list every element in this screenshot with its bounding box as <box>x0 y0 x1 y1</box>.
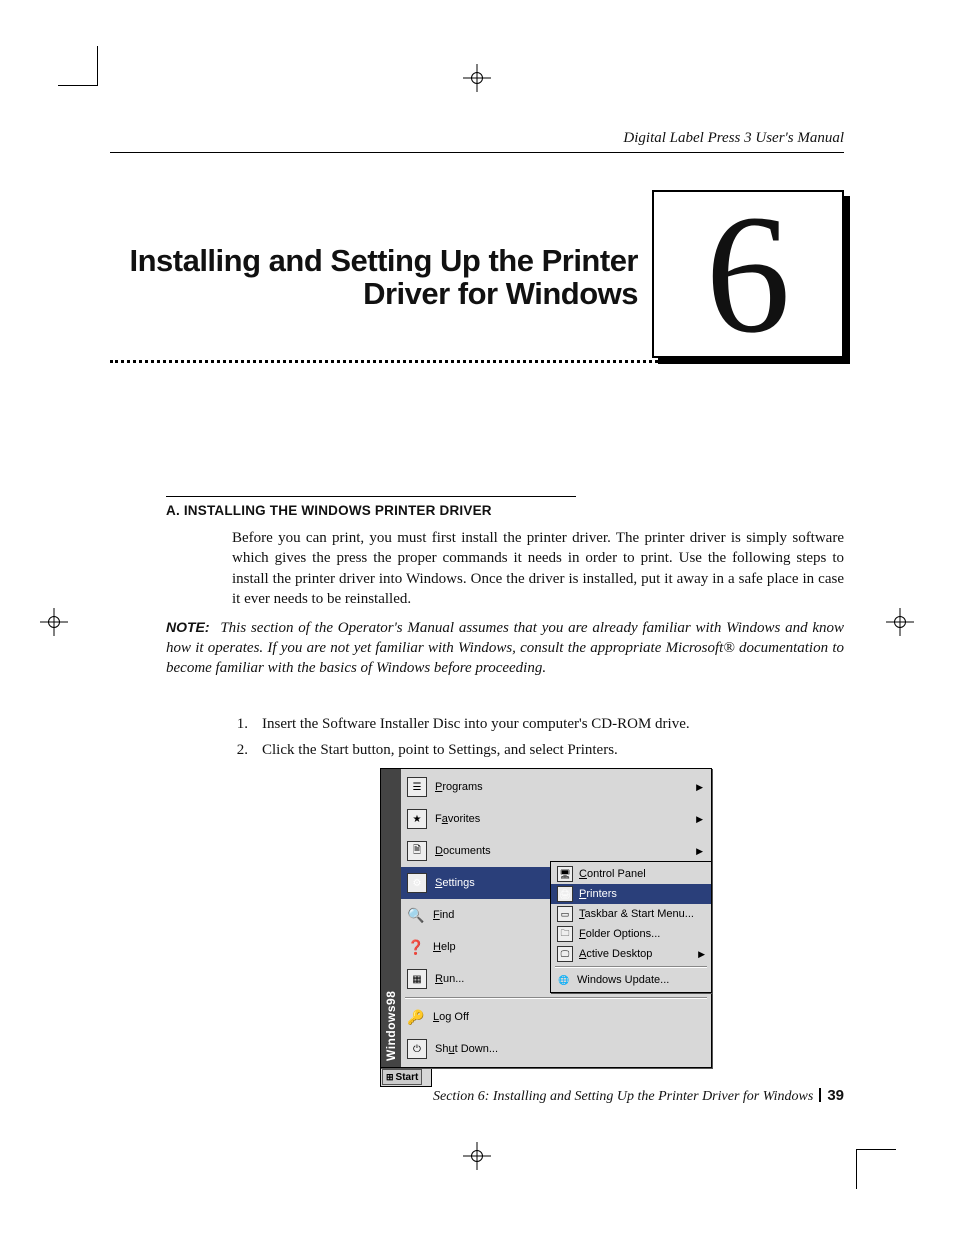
printers-icon: 🖨 <box>557 886 573 902</box>
menu-separator <box>405 997 707 999</box>
submenu-arrow-icon: ▶ <box>698 949 705 960</box>
footer-section-label: Section 6: Installing and Setting Up the… <box>433 1089 813 1105</box>
windows-update-icon: 🌐 <box>557 973 571 987</box>
dotted-rule <box>110 360 844 363</box>
list-item: 2. Click the Start button, point to Sett… <box>232 738 844 764</box>
logoff-icon: 🔑 <box>407 1008 425 1026</box>
step-number: 1. <box>232 712 248 738</box>
submenu-item-active-desktop[interactable]: 🖵 Active Desktop ▶ <box>551 944 711 964</box>
chapter-number: 6 <box>706 189 791 359</box>
windows-flag-icon: ⊞ <box>386 1072 394 1083</box>
run-icon: ▦ <box>407 969 427 989</box>
menu-separator <box>555 966 707 968</box>
menu-label: Active Desktop <box>579 948 692 960</box>
menu-label: Folder Options... <box>579 928 705 940</box>
page-footer: Section 6: Installing and Setting Up the… <box>433 1086 844 1105</box>
start-menu-brand-bar: Windows98 <box>381 769 401 1067</box>
page-number: 39 <box>827 1087 844 1104</box>
start-button-label: Start <box>396 1072 419 1083</box>
note-text: This section of the Operator's Manual as… <box>166 620 844 676</box>
menu-label: Printers <box>579 888 705 900</box>
running-head-rule <box>110 152 844 153</box>
menu-item-programs[interactable]: ☰ Programs ▶ <box>401 771 711 803</box>
submenu-item-control-panel[interactable]: 🖥 Control Panel <box>551 864 711 884</box>
footer-separator-icon <box>819 1088 821 1102</box>
control-panel-icon: 🖥 <box>557 866 573 882</box>
programs-icon: ☰ <box>407 777 427 797</box>
submenu-item-printers[interactable]: 🖨 Printers <box>551 884 711 904</box>
note-block: NOTE: This section of the Operator's Man… <box>166 618 844 678</box>
menu-label: Control Panel <box>579 868 705 880</box>
step-text: Click the Start button, point to Setting… <box>262 738 618 764</box>
documents-icon: 🗎 <box>407 841 427 861</box>
crop-mark-icon <box>856 1149 896 1189</box>
taskbar-icon: ▭ <box>557 906 573 922</box>
shutdown-icon: ⏻ <box>407 1039 427 1059</box>
note-label: NOTE: <box>166 619 210 635</box>
running-head: Digital Label Press 3 User's Manual <box>623 130 844 147</box>
step-list: 1. Insert the Software Installer Disc in… <box>232 712 844 763</box>
submenu-arrow-icon: ▶ <box>696 846 703 857</box>
menu-item-logoff[interactable]: 🔑 Log Off <box>401 1001 711 1033</box>
registration-mark-icon <box>463 1142 491 1170</box>
start-menu-screenshot: Windows98 ☰ Programs ▶ ★ Favorites ▶ 🗎 D… <box>380 768 712 1087</box>
section-body: Before you can print, you must first ins… <box>232 528 844 609</box>
submenu-item-folder-options[interactable]: 🗀 Folder Options... <box>551 924 711 944</box>
submenu-arrow-icon: ▶ <box>696 782 703 793</box>
menu-item-favorites[interactable]: ★ Favorites ▶ <box>401 803 711 835</box>
manual-page: Digital Label Press 3 User's Manual 6 In… <box>0 0 954 1235</box>
taskbar: ⊞ Start <box>380 1068 432 1087</box>
start-button[interactable]: ⊞ Start <box>382 1069 422 1085</box>
registration-mark-icon <box>463 64 491 92</box>
menu-label: Windows Update... <box>577 974 705 986</box>
settings-submenu: 🖥 Control Panel 🖨 Printers ▭ Taskbar & S… <box>550 861 712 993</box>
step-number: 2. <box>232 738 248 764</box>
menu-label: Taskbar & Start Menu... <box>579 908 705 920</box>
menu-label: Programs <box>435 781 688 793</box>
menu-label: Documents <box>435 845 688 857</box>
folder-options-icon: 🗀 <box>557 926 573 942</box>
chapter-title: Installing and Setting Up the Printer Dr… <box>110 244 638 311</box>
help-icon: ❓ <box>407 938 425 956</box>
section-heading: A. INSTALLING THE WINDOWS PRINTER DRIVER <box>166 503 492 518</box>
list-item: 1. Insert the Software Installer Disc in… <box>232 712 844 738</box>
find-icon: 🔍 <box>407 906 425 924</box>
step-text: Insert the Software Installer Disc into … <box>262 712 690 738</box>
active-desktop-icon: 🖵 <box>557 946 573 962</box>
section-heading-rule <box>166 496 576 497</box>
chapter-number-box: 6 <box>652 190 844 358</box>
menu-item-shutdown[interactable]: ⏻ Shut Down... <box>401 1033 711 1065</box>
menu-label: Log Off <box>433 1011 703 1023</box>
registration-mark-icon <box>40 608 68 636</box>
submenu-arrow-icon: ▶ <box>696 814 703 825</box>
crop-mark-icon <box>58 46 98 86</box>
favorites-icon: ★ <box>407 809 427 829</box>
submenu-item-taskbar[interactable]: ▭ Taskbar & Start Menu... <box>551 904 711 924</box>
menu-label: Favorites <box>435 813 688 825</box>
start-menu-panel: Windows98 ☰ Programs ▶ ★ Favorites ▶ 🗎 D… <box>380 768 712 1068</box>
menu-label: Shut Down... <box>435 1043 703 1055</box>
submenu-item-windows-update[interactable]: 🌐 Windows Update... <box>551 970 711 990</box>
registration-mark-icon <box>886 608 914 636</box>
settings-icon: ⚙ <box>407 873 427 893</box>
